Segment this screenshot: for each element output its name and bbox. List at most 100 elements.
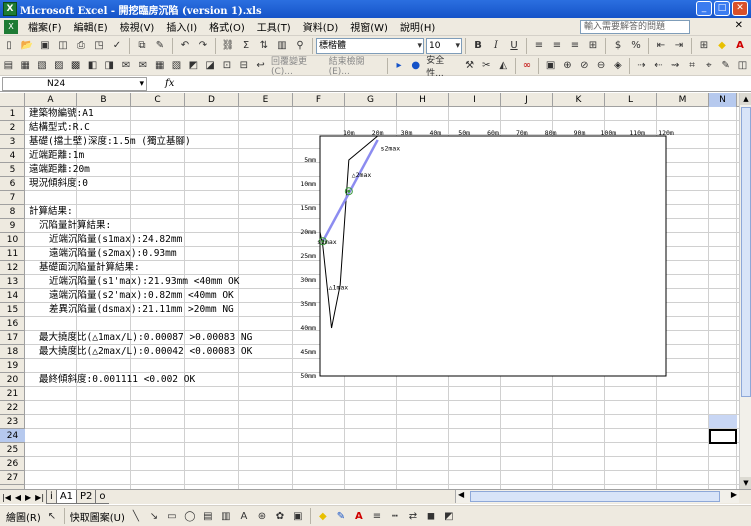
scroll-left-icon[interactable]: ◀ (458, 490, 464, 499)
toolbar-icon-2[interactable]: ▦ (18, 58, 33, 74)
cell-a18[interactable]: 最大撓度比(△2max/L):0.00042 <0.00083 OK (39, 345, 252, 359)
toolbar-icon-22[interactable]: ⌖ (701, 58, 716, 74)
open-icon[interactable]: 📂 (19, 38, 35, 54)
toolbar-icon-18[interactable]: ⊘ (577, 58, 592, 74)
cell-a1[interactable]: 建築物編號:A1 (29, 107, 94, 121)
menu-help[interactable]: 說明(H) (394, 19, 441, 34)
new-icon[interactable]: ▯ (1, 38, 17, 54)
merge-center-icon[interactable]: ⊞ (585, 38, 601, 54)
spelling-icon[interactable]: ✓ (109, 38, 125, 54)
trace-dependents-icon[interactable]: ⇠ (651, 58, 666, 74)
cell-a17[interactable]: 最大撓度比(△1max/L):0.00087 >0.00083 NG (39, 331, 252, 345)
column-header-e[interactable]: E (239, 93, 293, 107)
toolbar-icon-4[interactable]: ▨ (51, 58, 66, 74)
cell-a4[interactable]: 近端距離:1m (29, 149, 84, 163)
save-icon[interactable]: ▣ (37, 38, 53, 54)
arrow-icon[interactable]: ↘ (146, 508, 162, 524)
row-header-24[interactable]: 24 (0, 429, 25, 443)
excel-app-icon[interactable]: X (3, 2, 17, 16)
oval-icon[interactable]: ◯ (182, 508, 198, 524)
cell-a13[interactable]: 近端沉陷量(s1'max):21.93mm <40mm OK (49, 275, 240, 289)
menu-window[interactable]: 視窗(W) (344, 19, 394, 34)
column-header-g[interactable]: G (345, 93, 397, 107)
picture-icon[interactable]: ▣ (290, 508, 306, 524)
help-question-input[interactable]: 輸入需要解答的問題 (580, 20, 690, 34)
remove-arrows-icon[interactable]: ⇝ (668, 58, 683, 74)
menu-view[interactable]: 檢視(V) (114, 19, 161, 34)
column-header-l[interactable]: L (605, 93, 657, 107)
toolbar-icon-13[interactable]: ◪ (203, 58, 218, 74)
maximize-button[interactable]: □ (714, 1, 730, 16)
cell-a8[interactable]: 計算結果: (29, 205, 73, 219)
fill-color-icon[interactable]: ◆ (714, 38, 730, 54)
prev-sheet-icon[interactable]: ◀ (13, 493, 23, 502)
toolbar-icon-17[interactable]: ⊕ (560, 58, 575, 74)
row-header-20[interactable]: 20 (0, 373, 25, 387)
cell-a3[interactable]: 基礎(擋土壁)深度:1.5m (獨立基腳) (29, 135, 191, 149)
row-header-5[interactable]: 5 (0, 163, 25, 177)
row-header-3[interactable]: 3 (0, 135, 25, 149)
menu-file[interactable]: 檔案(F) (22, 19, 68, 34)
menu-edit[interactable]: 編輯(E) (68, 19, 114, 34)
bullet-icon[interactable]: ▸ (392, 58, 407, 74)
row-header-19[interactable]: 19 (0, 359, 25, 373)
increase-indent-icon[interactable]: ⇥ (671, 38, 687, 54)
diagram-icon[interactable]: ⊛ (254, 508, 270, 524)
visual-basic-icon[interactable]: ⚒ (462, 58, 477, 74)
row-header-23[interactable]: 23 (0, 415, 25, 429)
toolbar-icon-11[interactable]: ▧ (169, 58, 184, 74)
cell-a15[interactable]: 差異沉陷量(dsmax):21.11mm >20mm NG (49, 303, 234, 317)
security-button[interactable]: 安全性... (424, 53, 461, 79)
scroll-down-icon[interactable]: ▼ (740, 477, 751, 489)
line-style-icon[interactable]: ≡ (369, 508, 385, 524)
row-header-6[interactable]: 6 (0, 177, 25, 191)
print-icon[interactable]: ⎙ (73, 38, 89, 54)
menu-data[interactable]: 資料(D) (297, 19, 345, 34)
toolbar-icon-10[interactable]: ▦ (152, 58, 167, 74)
vertical-scrollbar[interactable]: ▲ ▼ (739, 93, 751, 489)
rectangle-icon[interactable]: ▭ (164, 508, 180, 524)
column-header-j[interactable]: J (501, 93, 553, 107)
wordart-icon[interactable]: A (236, 508, 252, 524)
vertical-textbox-icon[interactable]: ▥ (218, 508, 234, 524)
autoshapes-button[interactable]: 快取圖案(U) (68, 509, 127, 524)
draw-fill-color-icon[interactable]: ◆ (315, 508, 331, 524)
cell-a5[interactable]: 遠端距離:20m (29, 163, 90, 177)
3d-icon[interactable]: ◩ (441, 508, 457, 524)
row-header-15[interactable]: 15 (0, 303, 25, 317)
row-header-16[interactable]: 16 (0, 317, 25, 331)
font-size-select[interactable]: 10 (426, 37, 462, 54)
row-header-21[interactable]: 21 (0, 387, 25, 401)
zoom-icon[interactable]: ⚲ (292, 38, 308, 54)
column-header-f[interactable]: F (293, 93, 345, 107)
draw-menu-button[interactable]: 繪圖(R) (4, 509, 43, 524)
column-header-n[interactable]: N (709, 93, 737, 107)
row-header-7[interactable]: 7 (0, 191, 25, 205)
dash-style-icon[interactable]: ┅ (387, 508, 403, 524)
reply-changes-icon[interactable]: ↩ (253, 58, 268, 74)
toolbar-icon-1[interactable]: ▤ (1, 58, 16, 74)
end-review-button[interactable]: 結束檢閱(E)... (327, 54, 384, 77)
font-name-select[interactable]: 標楷體 (316, 37, 424, 54)
row-header-14[interactable]: 14 (0, 289, 25, 303)
sheet-tab-p2[interactable]: P2 (76, 490, 96, 504)
cell-a14[interactable]: 遠端沉陷量(s2'max):0.82mm <40mm OK (49, 289, 234, 303)
font-color-icon[interactable]: A (732, 38, 748, 54)
borders-icon[interactable]: ⊞ (696, 38, 712, 54)
shadow-icon[interactable]: ◼ (423, 508, 439, 524)
minimize-button[interactable]: _ (696, 1, 712, 16)
row-header-12[interactable]: 12 (0, 261, 25, 275)
toolbar-icon-5[interactable]: ▩ (68, 58, 83, 74)
chart-wizard-icon[interactable]: ▥ (274, 38, 290, 54)
reply-changes-button[interactable]: 回覆變更(C)... (269, 54, 327, 77)
close-button[interactable]: ✕ (732, 1, 748, 16)
toolbar-icon-24[interactable]: ◫ (735, 58, 750, 74)
workbook-close-icon[interactable]: ✕ (735, 20, 743, 31)
row-header-18[interactable]: 18 (0, 345, 25, 359)
toolbar-icon-14[interactable]: ⊡ (220, 58, 235, 74)
row-header-27[interactable]: 27 (0, 471, 25, 485)
select-objects-icon[interactable]: ↖ (44, 508, 60, 524)
row-header-22[interactable]: 22 (0, 401, 25, 415)
undo-icon[interactable]: ↶ (177, 38, 193, 54)
print-preview-icon[interactable]: ◳ (91, 38, 107, 54)
